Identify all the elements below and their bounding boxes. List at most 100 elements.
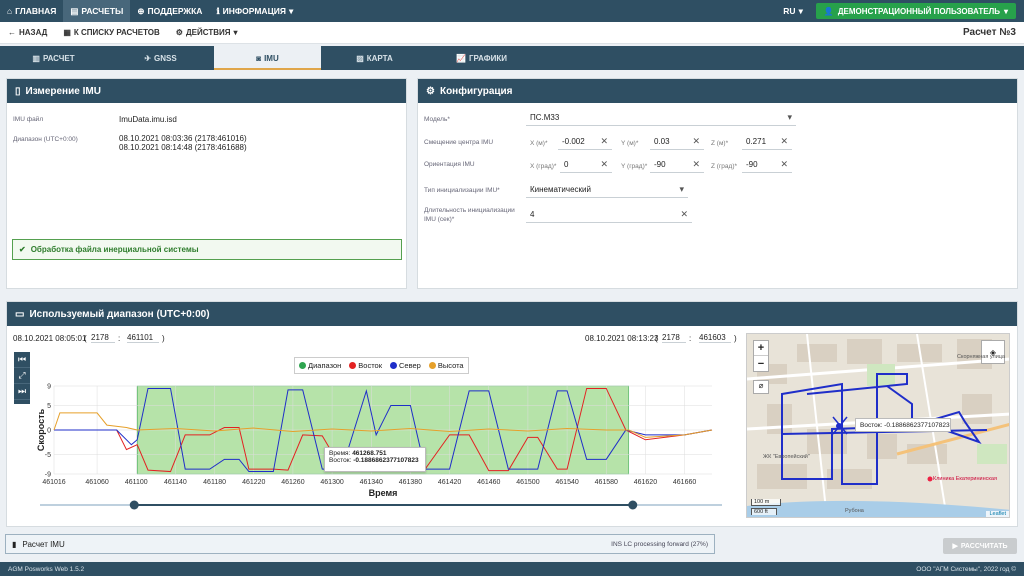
nav-home[interactable]: ⌂ ГЛАВНАЯ bbox=[0, 0, 63, 22]
range-end-sec[interactable]: 461603 bbox=[699, 333, 731, 343]
zoom-in-button[interactable]: + bbox=[754, 341, 768, 356]
scale-feet: 600 ft bbox=[751, 508, 777, 515]
init-duration-input[interactable]: 4 ✕ bbox=[526, 207, 692, 223]
y-tick-label: -9 bbox=[45, 472, 51, 479]
plane-icon: ✈ bbox=[144, 53, 152, 63]
close-icon[interactable]: ✕ bbox=[600, 159, 608, 170]
x-tick-label: 461660 bbox=[673, 479, 696, 486]
imu-measurement-panel: ▯ Измерение IMU IMU файл ImuData.imu.isd … bbox=[6, 78, 407, 289]
x-axis-label: Время bbox=[369, 488, 398, 498]
map-attribution[interactable]: Leaflet bbox=[986, 511, 1009, 517]
caret-down-icon: ▾ bbox=[289, 5, 294, 16]
x-tick-label: 461016 bbox=[42, 479, 65, 486]
imu-range-end: 08.10.2021 08:14:48 (2178:461688) bbox=[119, 143, 247, 152]
draw-tool-icon[interactable]: ⌀ bbox=[753, 380, 769, 394]
nav-calcs[interactable]: ▤ РАСЧЕТЫ bbox=[63, 0, 131, 22]
ruler-icon: ▭ bbox=[15, 308, 25, 320]
close-icon[interactable]: ✕ bbox=[780, 136, 788, 147]
track-map[interactable]: + − ⌀ ◈ Восток: -0.1886862377107823 Скор… bbox=[746, 333, 1010, 518]
close-icon[interactable]: ✕ bbox=[692, 136, 700, 147]
init-type-label: Тип инициализации IMU* bbox=[424, 187, 500, 194]
imu-file-value: ImuData.imu.isd bbox=[119, 115, 177, 124]
imu-range-label: Диапазон (UTC+0:00) bbox=[13, 136, 78, 143]
init-type-select[interactable]: Кинематический ▾ bbox=[526, 182, 688, 198]
x-tick-label: 461620 bbox=[634, 479, 657, 486]
range-panel-header: ▭ Используемый диапазон (UTC+0:00) bbox=[7, 302, 1017, 326]
x-tick-label: 461140 bbox=[164, 479, 187, 486]
user-icon: 👤 bbox=[823, 6, 834, 16]
copyright: ООО "АГМ Системы", 2022 год © bbox=[916, 565, 1016, 573]
tab-imu[interactable]: ◙ IMU bbox=[214, 46, 321, 70]
zoom-tool-icon[interactable]: ⤢ bbox=[14, 368, 30, 384]
range-slider-handle-start[interactable] bbox=[129, 500, 139, 510]
imu-calc-status: ▮ Расчет IMU INS LC processing forward (… bbox=[5, 534, 715, 554]
back-button[interactable]: ← НАЗАД bbox=[0, 28, 55, 37]
tab-charts[interactable]: 📈 ГРАФИКИ bbox=[428, 46, 535, 70]
imu-file-label: IMU файл bbox=[13, 116, 44, 123]
camera-icon: ◙ bbox=[256, 53, 262, 63]
range-start-sec[interactable]: 461101 bbox=[127, 333, 159, 343]
range-start-week[interactable]: 2178 bbox=[91, 333, 115, 343]
calc-progress-text: INS LC processing forward (27%) bbox=[611, 540, 708, 548]
offset-label: Смещение центра IMU bbox=[424, 139, 494, 146]
x-tick-label: 461260 bbox=[281, 479, 304, 486]
tab-bar: ▥ РАСЧЕТ ✈ GNSS ◙ IMU ▨ КАРТА 📈 ГРАФИКИ bbox=[0, 46, 1024, 70]
x-tick-label: 461300 bbox=[320, 479, 343, 486]
tab-calc[interactable]: ▥ РАСЧЕТ bbox=[0, 46, 107, 70]
line-chart-icon: 📈 bbox=[456, 53, 466, 63]
gear-icon: ⚙ bbox=[426, 85, 435, 97]
range-end-date: 08.10.2021 08:13:23 bbox=[585, 333, 659, 343]
orient-z-input[interactable]: -90 ✕ bbox=[742, 157, 792, 173]
street-label: Скорняжная улица bbox=[957, 354, 1005, 360]
user-menu-button[interactable]: 👤 ДЕМОНСТРАЦИОННЫЙ ПОЛЬЗОВАТЕЛЬ ▾ bbox=[815, 3, 1016, 19]
x-tick-label: 461580 bbox=[595, 479, 618, 486]
x-tick-label: 461220 bbox=[242, 479, 265, 486]
offset-y-input[interactable]: 0.03 ✕ bbox=[650, 134, 704, 150]
tab-map[interactable]: ▨ КАРТА bbox=[321, 46, 428, 70]
chart-bar-icon: ▥ bbox=[32, 53, 40, 63]
offset-x-label: X (м)* bbox=[530, 140, 548, 147]
orient-z-label: Z (град)* bbox=[711, 163, 738, 170]
gear-icon: ⚙ bbox=[175, 28, 183, 37]
x-tick-label: 461460 bbox=[477, 479, 500, 486]
close-icon[interactable]: ✕ bbox=[692, 159, 700, 170]
model-select[interactable]: ПС.М33 ▾ bbox=[526, 110, 796, 126]
actions-dropdown[interactable]: ⚙ ДЕЙСТВИЯ ▾ bbox=[168, 28, 246, 37]
page-title: Расчет №3 bbox=[962, 27, 1016, 38]
calculate-button[interactable]: ▶ РАССЧИТАТЬ bbox=[943, 538, 1017, 554]
range-slider-handle-end[interactable] bbox=[628, 500, 638, 510]
app-version: AGM Posworks Web 1.5.2 bbox=[8, 565, 85, 573]
offset-y-label: Y (м)* bbox=[621, 140, 639, 147]
nav-support[interactable]: ⊕ ПОДДЕРЖКА bbox=[130, 0, 209, 22]
range-start-date: 08.10.2021 08:05:01 bbox=[13, 333, 87, 343]
x-tick-label: 461420 bbox=[438, 479, 461, 486]
orient-x-input[interactable]: 0 ✕ bbox=[560, 157, 612, 173]
model-label: Модель* bbox=[424, 116, 450, 123]
play-icon: ▶ bbox=[952, 543, 958, 550]
range-end-week[interactable]: 2178 bbox=[662, 333, 686, 343]
offset-z-input[interactable]: 0.271 ✕ bbox=[742, 134, 792, 150]
skip-start-icon[interactable]: ⏮ bbox=[14, 352, 30, 368]
zoom-out-button[interactable]: − bbox=[754, 356, 768, 371]
tab-gnss[interactable]: ✈ GNSS bbox=[107, 46, 214, 70]
x-tick-label: 461180 bbox=[203, 479, 226, 486]
footer: AGM Posworks Web 1.5.2 ООО "АГМ Системы"… bbox=[0, 562, 1024, 576]
poi-label: Клиника Екатерининская bbox=[933, 476, 997, 482]
skip-end-icon[interactable]: ⏭ bbox=[14, 384, 30, 400]
document-icon: ▮ bbox=[12, 539, 17, 549]
caret-down-icon: ▾ bbox=[679, 184, 684, 194]
close-icon[interactable]: ✕ bbox=[600, 136, 608, 147]
x-tick-label: 461500 bbox=[516, 479, 539, 486]
layers-icon[interactable]: ◈ bbox=[981, 340, 1005, 364]
orient-y-label: Y (град)* bbox=[621, 163, 648, 170]
offset-x-input[interactable]: -0.002 ✕ bbox=[558, 134, 612, 150]
calc-list-button[interactable]: ▦ К СПИСКУ РАСЧЕТОВ bbox=[55, 28, 167, 37]
language-select[interactable]: RU ▾ bbox=[776, 0, 810, 22]
y-tick-label: 5 bbox=[47, 403, 51, 410]
close-icon[interactable]: ✕ bbox=[780, 159, 788, 170]
orient-y-input[interactable]: -90 ✕ bbox=[650, 157, 704, 173]
close-icon[interactable]: ✕ bbox=[680, 209, 688, 220]
velocity-chart[interactable]: 461016 461060 461100 461140 461180 461220 4612… bbox=[32, 352, 732, 512]
init-duration-label-2: IMU (сек)* bbox=[424, 216, 455, 223]
nav-info[interactable]: ℹ ИНФОРМАЦИЯ ▾ bbox=[209, 0, 300, 22]
